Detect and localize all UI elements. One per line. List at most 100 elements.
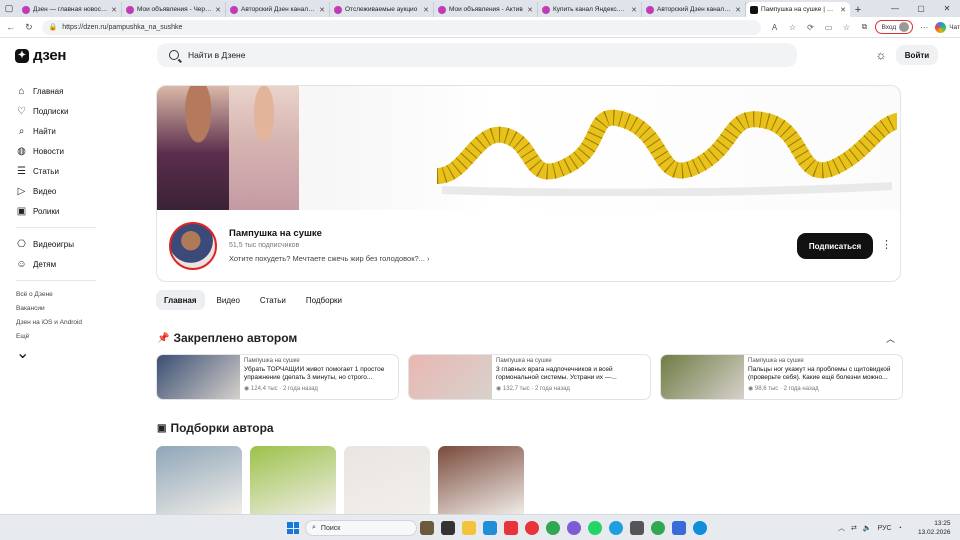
lock-icon: 🔒 (48, 24, 58, 31)
close-icon[interactable]: ✕ (934, 0, 960, 17)
channel-tab[interactable]: Видео (209, 290, 248, 310)
sidebar-item-home[interactable]: ⌂ Главная (16, 81, 98, 101)
more-options-icon[interactable]: ⋮ (881, 238, 892, 252)
article-title[interactable]: Убрать ТОРЧАЩИЙ живот помогает 1 простое… (244, 366, 394, 382)
footer-link[interactable]: Всё о Дзене (16, 287, 98, 301)
channel-tab[interactable]: Подборки (298, 290, 350, 310)
sidebar-item-shorts[interactable]: ▣ Ролики (16, 201, 98, 221)
sidebar-item-play[interactable]: ▷ Видео (16, 181, 98, 201)
channel-avatar[interactable] (169, 222, 217, 270)
article-thumbnail[interactable] (409, 355, 492, 399)
collection-card[interactable] (250, 446, 336, 516)
search-input[interactable]: Найти в Дзене (157, 43, 797, 67)
article-thumbnail[interactable] (157, 355, 240, 399)
subscribe-button[interactable]: Подписаться (797, 233, 873, 259)
maximize-icon[interactable]: ▢ (908, 0, 934, 17)
close-tab-icon[interactable]: ✕ (423, 6, 429, 14)
browser-tab[interactable]: Авторский Дзен канал - Я ✕ (226, 2, 330, 17)
close-tab-icon[interactable]: ✕ (111, 6, 117, 14)
file-explorer-icon[interactable] (462, 521, 476, 535)
telegram-icon[interactable] (609, 521, 623, 535)
network-app-icon[interactable] (672, 521, 686, 535)
collection-card[interactable] (438, 446, 524, 516)
minimize-icon[interactable]: — (882, 0, 908, 17)
close-tab-icon[interactable]: ✕ (735, 6, 741, 14)
volume-icon[interactable]: 🔈 (863, 524, 872, 532)
footer-link[interactable]: Ещё (16, 329, 98, 343)
dzen-logo[interactable]: ✦ дзен (15, 47, 66, 64)
browser-tab[interactable]: Мои объявления - Черно ✕ (122, 2, 226, 17)
collections-section-title: ▣ Подборки автора (157, 421, 274, 435)
article-title[interactable]: 3 главных врага надпочечников и всей гор… (496, 366, 646, 382)
collection-card[interactable] (344, 446, 430, 516)
extensions-icon[interactable]: ⟳ (803, 20, 817, 34)
favorites-icon[interactable]: ☆ (839, 20, 853, 34)
favorite-star-icon[interactable]: ☆ (785, 20, 799, 34)
chrome-icon[interactable] (546, 521, 560, 535)
windows-start-icon[interactable] (287, 522, 299, 534)
copilot-chat-button[interactable]: Чат (935, 21, 960, 33)
sidebar-item-globe[interactable]: ◍ Новости (16, 141, 98, 161)
close-tab-icon[interactable]: ✕ (319, 6, 325, 14)
pinned-article-card[interactable]: Пампушка на сушке 3 главных врага надпоче… (408, 354, 651, 400)
collections-icon[interactable]: ⧉ (857, 20, 871, 34)
browser-tab[interactable]: Мои объявления - Актив ✕ (434, 2, 538, 17)
pinned-article-card[interactable]: Пампушка на сушке Пальцы ног укажут на пр… (660, 354, 903, 400)
sidebar-item-gamepad[interactable]: ⎔ Видеоигры (16, 234, 98, 254)
widgets-icon[interactable] (420, 521, 434, 535)
task-view-icon[interactable] (441, 521, 455, 535)
browser-tab[interactable]: Пампушка на сушке | Дзен ✕ (746, 2, 850, 17)
chevron-up-icon[interactable]: ︿ (838, 523, 845, 533)
store-icon[interactable] (483, 521, 497, 535)
close-tab-icon[interactable]: ✕ (840, 6, 846, 14)
language-indicator[interactable]: РУС (878, 525, 892, 532)
footer-link[interactable]: Дзен на iOS и Android (16, 315, 98, 329)
chevron-up-icon[interactable]: ︿ (886, 332, 895, 345)
back-icon[interactable]: ← (3, 19, 18, 35)
browser-tab[interactable]: Дзен — главная новостна ✕ (18, 2, 122, 17)
new-tab-button[interactable]: + (850, 2, 866, 17)
article-thumbnail[interactable] (661, 355, 744, 399)
login-button[interactable]: Войти (896, 45, 938, 65)
taskbar-search[interactable]: ⌕ Поиск (305, 520, 417, 536)
read-aloud-icon[interactable]: A (767, 20, 781, 34)
close-tab-icon[interactable]: ✕ (631, 6, 637, 14)
theme-toggle-sun-icon[interactable]: ☼ (875, 49, 887, 61)
browser-tab[interactable]: Отслеживаемые аукцио ✕ (330, 2, 434, 17)
url-field[interactable]: 🔒 https://dzen.ru/pampushka_na_sushke (42, 19, 762, 35)
calculator-icon[interactable] (630, 521, 644, 535)
channel-name[interactable]: Пампушка на сушке (229, 228, 322, 239)
sidebar-item-heart[interactable]: ♡ Подписки (16, 101, 98, 121)
menu-dots-icon[interactable]: ⋯ (917, 20, 931, 34)
channel-tab[interactable]: Главная (156, 290, 205, 310)
taskbar-clock[interactable]: 13:25 13.02.2026 (918, 519, 951, 537)
sidebar-item-kids[interactable]: ☺ Детям (16, 254, 98, 274)
sidebar-item-search[interactable]: ⌕ Найти (16, 121, 98, 141)
sync-icon[interactable]: ⇄ (851, 524, 857, 532)
sidebar-item-article[interactable]: ☰ Статьи (16, 161, 98, 181)
opera-icon[interactable] (525, 521, 539, 535)
chrome-profile-icon[interactable] (651, 521, 665, 535)
close-tab-icon[interactable]: ✕ (527, 6, 533, 14)
yandex-browser-icon[interactable] (504, 521, 518, 535)
dzen-logo-text: дзен (33, 47, 67, 64)
browser-tab[interactable]: Купить канал Яндекс.Дзе ✕ (538, 2, 642, 17)
wifi-icon[interactable]: ◔ (898, 525, 902, 532)
browser-tab[interactable]: Авторский Дзен канал - Я ✕ (642, 2, 746, 17)
article-meta: ◉ 98,6 тыс · 2 года назад (748, 385, 898, 392)
viber-icon[interactable] (567, 521, 581, 535)
tab-actions-icon[interactable]: ▢ (0, 0, 18, 17)
whatsapp-icon[interactable] (588, 521, 602, 535)
collection-card[interactable] (156, 446, 242, 516)
browser-login-button[interactable]: Вход (875, 20, 914, 34)
split-screen-icon[interactable]: ▭ (821, 20, 835, 34)
refresh-icon[interactable]: ↻ (21, 19, 36, 35)
channel-description[interactable]: Хотите похудеть? Мечтаете сжечь жир без … (229, 254, 430, 263)
channel-cover-image (157, 86, 900, 210)
pinned-article-card[interactable]: Пампушка на сушке Убрать ТОРЧАЩИЙ живот п… (156, 354, 399, 400)
edge-icon[interactable] (693, 521, 707, 535)
article-title[interactable]: Пальцы ног укажут на проблемы с щитовидк… (748, 366, 898, 382)
channel-tab[interactable]: Статьи (252, 290, 294, 310)
footer-link[interactable]: Вакансии (16, 301, 98, 315)
close-tab-icon[interactable]: ✕ (215, 6, 221, 14)
